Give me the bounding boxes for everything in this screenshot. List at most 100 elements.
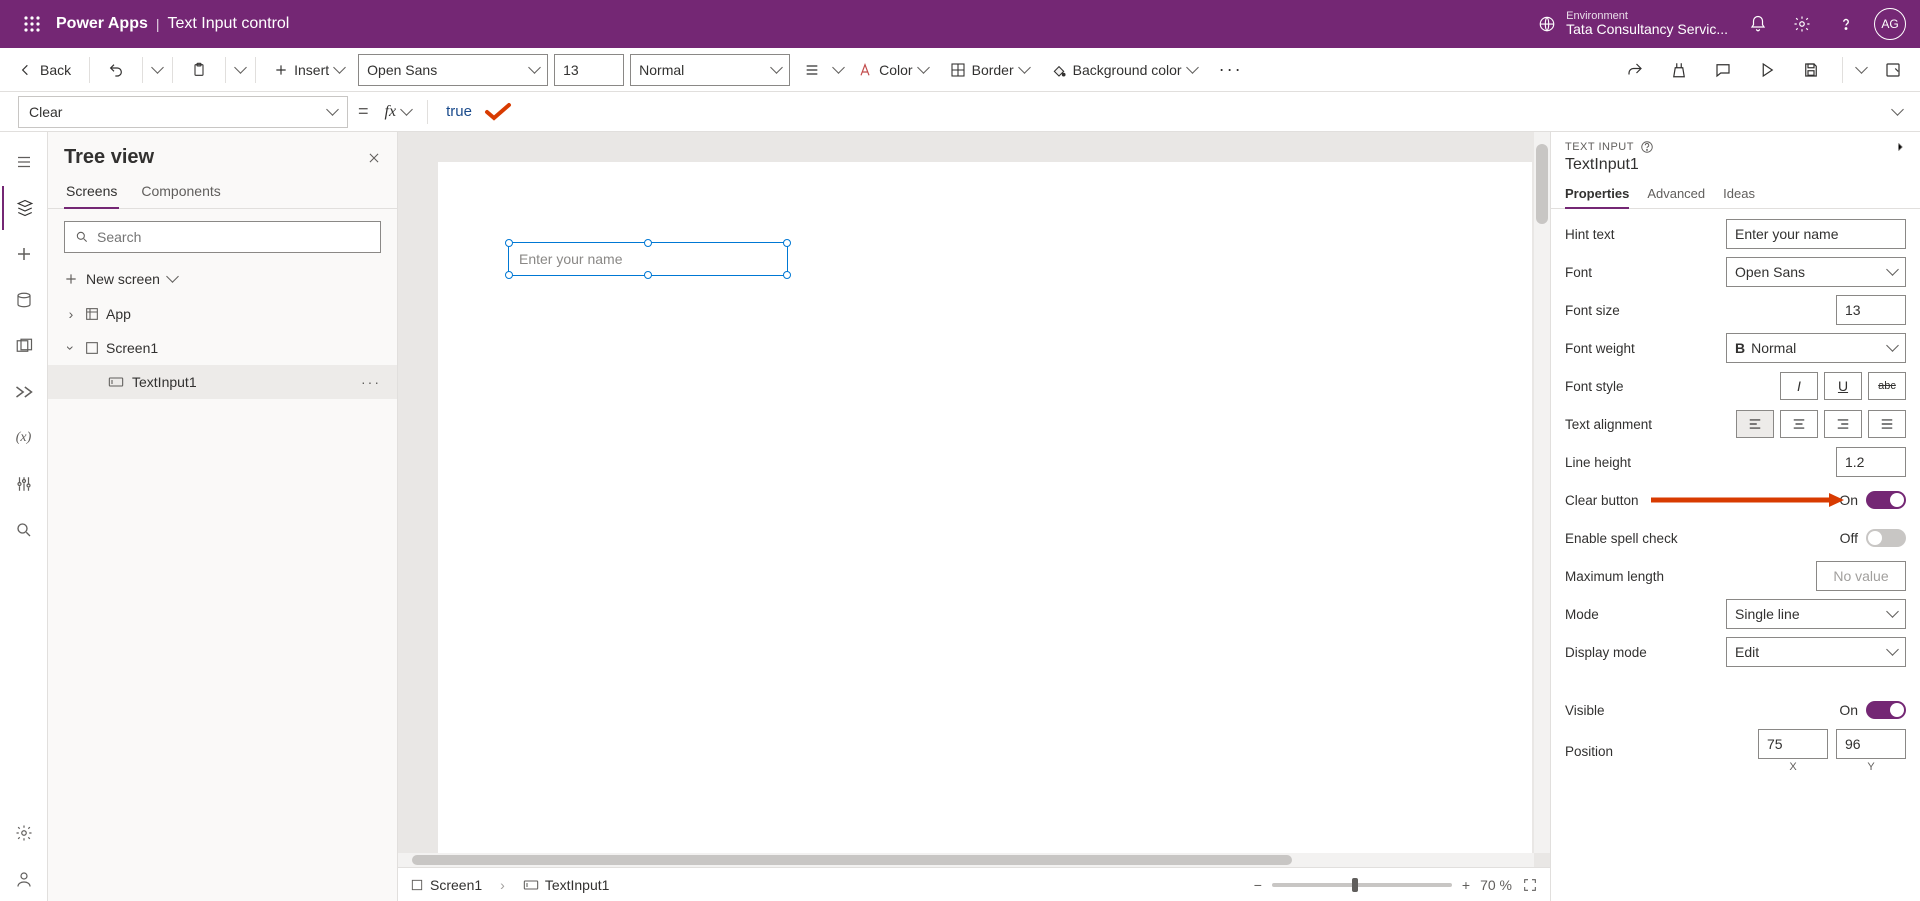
italic-button[interactable]: I bbox=[1780, 372, 1818, 400]
align-left-button[interactable] bbox=[1736, 410, 1774, 438]
data-icon[interactable] bbox=[2, 278, 46, 322]
resize-handle[interactable] bbox=[644, 239, 652, 247]
align-right-button[interactable] bbox=[1824, 410, 1862, 438]
tree-row-screen[interactable]: › Screen1 bbox=[48, 331, 397, 365]
fit-screen-icon[interactable] bbox=[1522, 877, 1538, 893]
position-x-input[interactable]: 75 bbox=[1758, 729, 1828, 759]
tree-view-icon[interactable] bbox=[2, 186, 46, 230]
align-center-button[interactable] bbox=[1780, 410, 1818, 438]
app-title[interactable]: Power Apps bbox=[56, 15, 148, 33]
font-weight-select[interactable]: BNormal bbox=[1726, 333, 1906, 363]
search-rail-icon[interactable] bbox=[2, 508, 46, 552]
clear-button-toggle[interactable] bbox=[1866, 491, 1906, 509]
tree-row-more-icon[interactable]: ··· bbox=[361, 374, 389, 390]
save-icon[interactable] bbox=[1794, 53, 1828, 87]
font-weight-dropdown[interactable]: Normal bbox=[630, 54, 790, 86]
tree-row-app[interactable]: › App bbox=[48, 297, 397, 331]
textinput-control[interactable]: Enter your name bbox=[508, 242, 788, 276]
chevron-down-icon bbox=[335, 62, 344, 78]
control-name[interactable]: TextInput1 bbox=[1551, 156, 1920, 180]
spell-check-toggle[interactable] bbox=[1866, 529, 1906, 547]
undo-chevron-icon[interactable] bbox=[153, 62, 162, 78]
border-button[interactable]: Border bbox=[942, 54, 1037, 86]
font-size-input[interactable]: 13 bbox=[554, 54, 624, 86]
new-screen-button[interactable]: New screen bbox=[48, 265, 397, 297]
info-icon[interactable] bbox=[1640, 140, 1654, 154]
tab-advanced[interactable]: Advanced bbox=[1647, 180, 1705, 208]
zoom-out-button[interactable]: − bbox=[1254, 877, 1262, 893]
overflow-button[interactable]: ··· bbox=[1211, 59, 1251, 80]
paste-chevron-icon[interactable] bbox=[236, 62, 245, 78]
app-launcher-icon[interactable] bbox=[8, 0, 56, 48]
resize-handle[interactable] bbox=[783, 271, 791, 279]
strike-button[interactable]: abc bbox=[1868, 372, 1906, 400]
tree-title: Tree view bbox=[64, 146, 154, 169]
formula-input[interactable]: true bbox=[438, 96, 1883, 128]
position-y-input[interactable]: 96 bbox=[1836, 729, 1906, 759]
breadcrumb-screen[interactable]: Screen1 bbox=[410, 877, 482, 893]
insert-rail-icon[interactable] bbox=[2, 232, 46, 276]
command-bar: Back Insert Open Sans 13 Normal Color Bo… bbox=[0, 48, 1920, 92]
canvas-hscroll[interactable] bbox=[398, 853, 1534, 867]
font-select[interactable]: Open Sans bbox=[1726, 257, 1906, 287]
hamburger-icon[interactable] bbox=[2, 140, 46, 184]
avatar[interactable]: AG bbox=[1874, 8, 1906, 40]
settings-rail-icon[interactable] bbox=[2, 811, 46, 855]
virtual-agent-icon[interactable] bbox=[2, 857, 46, 901]
tree-search-input[interactable] bbox=[97, 229, 370, 245]
comments-icon[interactable] bbox=[1706, 53, 1740, 87]
canvas-vscroll[interactable] bbox=[1534, 132, 1550, 853]
settings-icon[interactable] bbox=[1780, 2, 1824, 46]
help-icon[interactable] bbox=[1824, 2, 1868, 46]
share-icon[interactable] bbox=[1618, 53, 1652, 87]
expand-panel-icon[interactable] bbox=[1894, 141, 1906, 153]
align-chevron-icon[interactable] bbox=[834, 62, 843, 78]
environment-label: Environment bbox=[1566, 10, 1728, 22]
canvas-screen[interactable]: Enter your name bbox=[438, 162, 1532, 853]
resize-handle[interactable] bbox=[505, 271, 513, 279]
resize-handle[interactable] bbox=[783, 239, 791, 247]
tab-ideas[interactable]: Ideas bbox=[1723, 180, 1755, 208]
tools-icon[interactable] bbox=[2, 462, 46, 506]
checker-icon[interactable] bbox=[1662, 53, 1696, 87]
insert-button[interactable]: Insert bbox=[266, 54, 352, 86]
font-size-prop-input[interactable]: 13 bbox=[1836, 295, 1906, 325]
visible-toggle[interactable] bbox=[1866, 701, 1906, 719]
resize-handle[interactable] bbox=[505, 239, 513, 247]
zoom-in-button[interactable]: + bbox=[1462, 877, 1470, 893]
publish-icon[interactable] bbox=[1876, 53, 1910, 87]
resize-handle[interactable] bbox=[644, 271, 652, 279]
tab-screens[interactable]: Screens bbox=[64, 175, 119, 209]
mode-select[interactable]: Single line bbox=[1726, 599, 1906, 629]
property-dropdown[interactable]: Clear bbox=[18, 96, 348, 128]
media-icon[interactable] bbox=[2, 324, 46, 368]
back-button[interactable]: Back bbox=[10, 54, 79, 86]
save-chevron-icon[interactable] bbox=[1857, 62, 1866, 78]
tree-search[interactable] bbox=[64, 221, 381, 253]
align-justify-button[interactable] bbox=[1868, 410, 1906, 438]
zoom-slider[interactable] bbox=[1272, 883, 1452, 887]
tree-row-control[interactable]: TextInput1 ··· bbox=[48, 365, 397, 399]
expand-formula-icon[interactable] bbox=[1893, 104, 1902, 120]
align-button[interactable] bbox=[796, 54, 828, 86]
environment-picker[interactable]: Environment Tata Consultancy Servic... bbox=[1538, 10, 1728, 37]
undo-button[interactable] bbox=[100, 54, 132, 86]
hint-text-input[interactable]: Enter your name bbox=[1726, 219, 1906, 249]
bgcolor-button[interactable]: Background color bbox=[1043, 54, 1205, 86]
paste-button[interactable] bbox=[183, 54, 215, 86]
play-icon[interactable] bbox=[1750, 53, 1784, 87]
tab-properties[interactable]: Properties bbox=[1565, 180, 1629, 209]
line-height-input[interactable]: 1.2 bbox=[1836, 447, 1906, 477]
fx-button[interactable]: fx bbox=[379, 103, 418, 121]
underline-button[interactable]: U bbox=[1824, 372, 1862, 400]
font-dropdown[interactable]: Open Sans bbox=[358, 54, 548, 86]
color-button[interactable]: Color bbox=[849, 54, 935, 86]
breadcrumb-control[interactable]: TextInput1 bbox=[523, 877, 610, 893]
tab-components[interactable]: Components bbox=[139, 175, 222, 208]
max-length-input[interactable]: No value bbox=[1816, 561, 1906, 591]
close-tree-icon[interactable] bbox=[367, 151, 381, 165]
notifications-icon[interactable] bbox=[1736, 2, 1780, 46]
variables-icon[interactable]: (x) bbox=[2, 416, 46, 460]
flows-icon[interactable] bbox=[2, 370, 46, 414]
display-mode-select[interactable]: Edit bbox=[1726, 637, 1906, 667]
